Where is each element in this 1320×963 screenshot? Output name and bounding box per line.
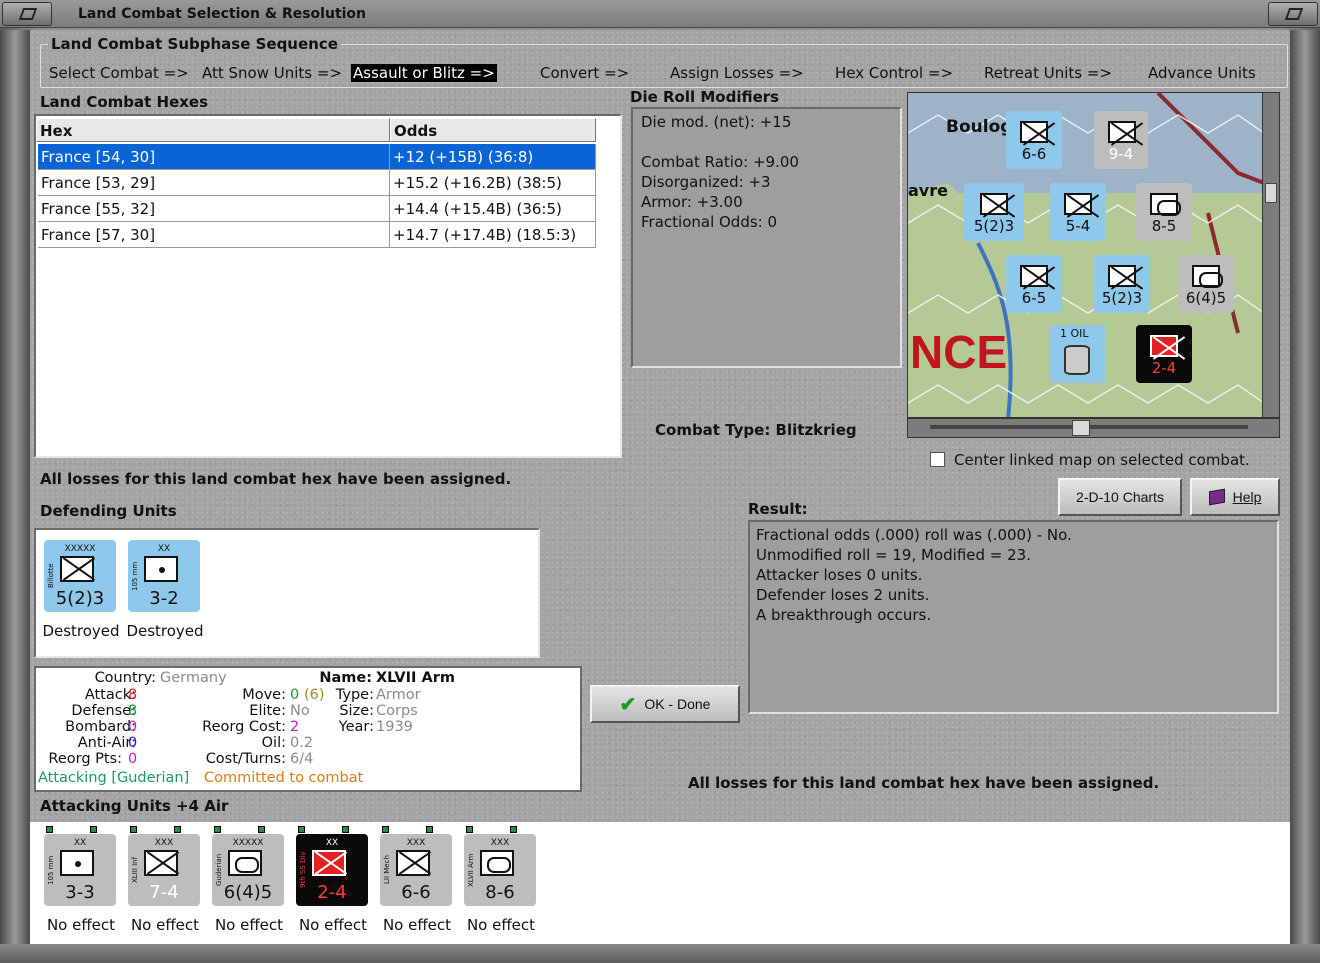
- attacking-unit[interactable]: XX 105 mm 3-3 No effect: [44, 834, 116, 934]
- defending-units-label: Defending Units: [40, 502, 177, 520]
- result-line: Attacker loses 0 units.: [756, 566, 923, 584]
- attacking-units-box: XX 105 mm 3-3 No effect XXX XLIII Inf 7-4 …: [30, 822, 1290, 944]
- reorg-points-value: 0: [128, 751, 138, 767]
- map-counter[interactable]: 9-4: [1094, 111, 1148, 169]
- attacking-units-label: Attacking Units +4 Air: [40, 797, 229, 815]
- result-line: Unmodified roll = 19, Modified = 23.: [756, 546, 1031, 564]
- seq-retreat-units: Retreat Units =>: [984, 64, 1113, 82]
- defense-value: 8: [128, 703, 138, 719]
- bombard-value: 0: [128, 719, 138, 735]
- map-counter[interactable]: 5(2)3: [1094, 255, 1150, 313]
- help-book-icon: [1208, 488, 1225, 506]
- table-row[interactable]: France [53, 29] +15.2 (+16.2B) (38:5): [38, 170, 596, 196]
- unit-info-box: Country: Germany Attack: 8 Defense: 8 Bo…: [34, 666, 582, 792]
- seq-assign-losses: Assign Losses =>: [670, 64, 804, 82]
- left-border: [0, 30, 30, 950]
- oil-value: 0.2: [290, 735, 314, 751]
- result-label: Result:: [748, 500, 808, 518]
- map-counter[interactable]: 6-6: [1006, 111, 1062, 169]
- column-header-odds[interactable]: Odds: [390, 118, 596, 142]
- attacking-unit[interactable]: XXX XLVII Arm 8-6 No effect: [464, 834, 536, 934]
- seq-assault-or-blitz: Assault or Blitz =>: [351, 64, 497, 82]
- combat-hexes-label: Land Combat Hexes: [40, 93, 209, 111]
- map-counter[interactable]: 2-4: [1136, 325, 1192, 383]
- map-counter[interactable]: 6-5: [1006, 255, 1062, 313]
- restore-icon[interactable]: [1268, 2, 1318, 26]
- linked-map[interactable]: Boulog avre NCE 6-6 9-4 5(2)3 5-4 8-5 6-…: [907, 92, 1263, 418]
- modifier-line: Combat Ratio: +9.00: [641, 153, 799, 171]
- modifier-line: Die mod. (net): +15: [641, 113, 792, 131]
- result-box: Fractional odds (.000) roll was (.000) -…: [748, 520, 1279, 714]
- attacking-status: Attacking [Guderian]: [38, 770, 190, 786]
- scroll-thumb[interactable]: [1265, 183, 1277, 203]
- attack-value: 8: [128, 687, 138, 703]
- unit-name-value: XLVII Arm: [376, 670, 455, 686]
- seq-hex-control: Hex Control =>: [835, 64, 954, 82]
- combat-type: Combat Type: Blitzkrieg: [655, 421, 857, 439]
- checkmark-icon: ✔: [619, 693, 637, 716]
- ok-done-label: OK - Done: [644, 696, 711, 712]
- seq-convert: Convert =>: [540, 64, 630, 82]
- combat-hexes-table[interactable]: Hex Odds France [54, 30] +12 (+15B) (36:8…: [34, 114, 622, 458]
- map-counter[interactable]: 5-4: [1050, 183, 1106, 241]
- cost-turns-value: 6/4: [290, 751, 314, 767]
- charts-button-label: 2-D-10 Charts: [1076, 489, 1164, 505]
- map-vertical-scrollbar[interactable]: [1262, 92, 1280, 418]
- losses-assigned-message: All losses for this land combat hex have…: [40, 470, 512, 488]
- subphase-sequence-label: Land Combat Subphase Sequence: [48, 35, 341, 53]
- table-row[interactable]: France [57, 30] +14.7 (+17.4B) (18.5:3): [38, 222, 596, 248]
- help-button[interactable]: Help: [1190, 478, 1280, 516]
- modifier-line: Armor: +3.00: [641, 193, 743, 211]
- modifier-line: Disorganized: +3: [641, 173, 771, 191]
- seq-select-combat: Select Combat =>: [49, 64, 189, 82]
- attacking-unit[interactable]: XX 9th SS Div 2-4 No effect: [296, 834, 368, 934]
- center-map-checkbox[interactable]: [930, 452, 945, 467]
- defending-unit[interactable]: XXXXX Billotte 5(2)3 Destroyed: [42, 540, 120, 640]
- attacking-unit[interactable]: XXX LII Mech 6-6 No effect: [380, 834, 452, 934]
- modifier-line: Fractional Odds: 0: [641, 213, 778, 231]
- attacking-unit[interactable]: XXX XLIII Inf 7-4 No effect: [128, 834, 200, 934]
- ok-done-button[interactable]: ✔ OK - Done: [590, 685, 740, 723]
- size-value: Corps: [376, 703, 418, 719]
- year-value: 1939: [376, 719, 413, 735]
- type-value: Armor: [376, 687, 421, 703]
- committed-status: Committed to combat: [204, 770, 364, 786]
- map-counter[interactable]: 5(2)3: [964, 183, 1024, 241]
- map-counter[interactable]: 8-5: [1136, 183, 1192, 241]
- table-row[interactable]: France [55, 32] +14.4 (+15.4B) (36:5): [38, 196, 596, 222]
- seq-att-snow-units: Att Snow Units =>: [202, 64, 343, 82]
- column-header-hex[interactable]: Hex: [36, 118, 390, 142]
- title-bar[interactable]: Land Combat Selection & Resolution: [0, 0, 1320, 28]
- center-map-label: Center linked map on selected combat.: [954, 451, 1250, 469]
- system-menu-icon[interactable]: [2, 2, 52, 26]
- result-line: A breakthrough occurs.: [756, 606, 932, 624]
- map-label: avre: [908, 181, 948, 200]
- country-value: Germany: [160, 670, 227, 686]
- oil-resource[interactable]: 1 OIL: [1050, 325, 1106, 383]
- defending-unit[interactable]: XX 105 mm 3-2 Destroyed: [126, 540, 204, 640]
- seq-advance-units: Advance Units: [1148, 64, 1256, 82]
- table-row[interactable]: France [54, 30] +12 (+15B) (36:8): [38, 144, 596, 170]
- window-title: Land Combat Selection & Resolution: [78, 6, 367, 22]
- map-horizontal-scrollbar[interactable]: [907, 418, 1280, 438]
- map-counter[interactable]: 6(4)5: [1178, 255, 1234, 313]
- die-roll-modifiers-label: Die Roll Modifiers: [630, 88, 780, 106]
- die-roll-modifiers-box: Die mod. (net): +15 Combat Ratio: +9.00 …: [631, 107, 902, 368]
- right-border: [1290, 30, 1320, 950]
- help-button-label: Help: [1232, 489, 1262, 505]
- defending-units-box: XXXXX Billotte 5(2)3 Destroyed XX 105 mm…: [34, 528, 540, 658]
- map-label: Boulog: [946, 117, 1013, 137]
- result-line: Fractional odds (.000) roll was (.000) -…: [756, 526, 1072, 544]
- map-label: NCE: [910, 326, 1008, 378]
- scroll-thumb[interactable]: [1072, 420, 1090, 436]
- antiair-value: 0: [128, 735, 138, 751]
- charts-button[interactable]: 2-D-10 Charts: [1058, 478, 1182, 516]
- result-line: Defender loses 2 units.: [756, 586, 930, 604]
- attacking-unit[interactable]: XXXXX Guderian 6(4)5 No effect: [212, 834, 284, 934]
- bottom-border: [0, 944, 1320, 963]
- losses-assigned-message-2: All losses for this land combat hex have…: [688, 774, 1160, 792]
